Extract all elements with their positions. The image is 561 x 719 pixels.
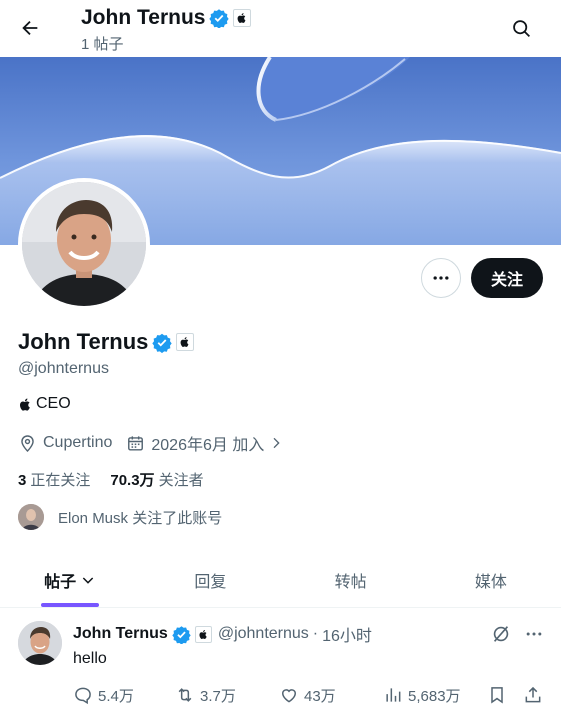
- profile-meta: Cupertino 2026年6月 加入: [18, 432, 298, 454]
- post-separator: ·: [312, 625, 319, 642]
- joined-item[interactable]: 2026年6月 加入: [126, 431, 284, 455]
- like-icon: [281, 689, 297, 703]
- tab-media[interactable]: 媒体: [421, 553, 561, 607]
- reply-count: 5.4万: [98, 687, 134, 705]
- followers-count: 70.3万: [110, 472, 155, 489]
- followed-by-text: Elon Musk 关注了此账号: [58, 509, 223, 527]
- bookmark-button[interactable]: [487, 683, 512, 707]
- chevron-right-icon: [273, 437, 280, 449]
- active-tab-indicator: [41, 603, 100, 607]
- post-header: John Ternus @johnternus · 16小时: [73, 623, 372, 645]
- post-top-actions: [490, 623, 544, 645]
- share-icon: [525, 686, 541, 703]
- post-author-handle[interactable]: @johnternus: [218, 625, 309, 643]
- followed-by-row[interactable]: Elon Musk 关注了此账号: [18, 504, 222, 530]
- repost-count: 3.7万: [200, 687, 236, 705]
- chevron-down-icon: [82, 577, 94, 584]
- calendar-icon: [128, 435, 144, 451]
- profile-name-row: John Ternus: [18, 328, 195, 356]
- post-timestamp[interactable]: 16小时: [322, 622, 372, 646]
- followers-label: 关注者: [158, 472, 204, 489]
- apple-logo-icon: [20, 397, 30, 411]
- like-button[interactable]: 43万: [279, 683, 336, 707]
- repost-icon: [178, 688, 192, 702]
- post-item[interactable]: John Ternus @johnternus · 16小时 hello 5.4…: [0, 609, 561, 719]
- post-actions: 5.4万 3.7万 43万 5,683万: [73, 683, 545, 707]
- search-icon: [512, 19, 530, 37]
- views-button[interactable]: 5,683万: [383, 683, 461, 707]
- verified-badge-icon: [209, 8, 230, 28]
- header-post-count: 1 帖子: [81, 36, 124, 53]
- tab-posts[interactable]: 帖子: [0, 553, 140, 607]
- profile-name: John Ternus: [18, 329, 149, 354]
- bookmark-icon: [491, 687, 503, 704]
- header-title: John Ternus: [81, 6, 206, 29]
- following-count: 3: [18, 472, 27, 489]
- tab-replies[interactable]: 回复: [140, 553, 280, 607]
- like-count: 43万: [304, 687, 336, 705]
- grok-icon[interactable]: [490, 623, 512, 645]
- followers-link[interactable]: 70.3万 关注者: [110, 469, 203, 490]
- follow-stats: 3 正在关注 70.3万 关注者: [18, 469, 224, 490]
- location-item: Cupertino: [18, 434, 112, 453]
- location-text: Cupertino: [43, 434, 113, 451]
- following-label: 正在关注: [30, 472, 91, 489]
- follower-avatar: [18, 504, 44, 530]
- apple-logo-icon: [194, 625, 212, 643]
- back-button[interactable]: [12, 10, 48, 46]
- profile-avatar[interactable]: [18, 178, 150, 310]
- joined-text: 2026年6月 加入: [151, 437, 265, 454]
- repost-button[interactable]: 3.7万: [175, 683, 236, 707]
- bio-text: CEO: [36, 395, 71, 412]
- top-bar: John Ternus 1 帖子: [0, 0, 561, 57]
- profile-tabs: 帖子 回复 转帖 媒体: [0, 553, 561, 608]
- tab-reposts[interactable]: 转帖: [281, 553, 421, 607]
- tab-reposts-label: 转帖: [334, 574, 367, 591]
- header-title-row: John Ternus: [81, 5, 252, 31]
- follow-button[interactable]: 关注: [471, 258, 543, 298]
- tab-posts-label: 帖子: [44, 574, 77, 591]
- views-icon: [386, 688, 401, 702]
- location-pin-icon: [21, 434, 34, 452]
- arrow-left-icon: [22, 20, 38, 36]
- profile-handle: @johnternus: [18, 360, 109, 377]
- more-horizontal-icon: [433, 276, 449, 280]
- post-author-avatar[interactable]: [18, 621, 62, 665]
- more-options-button[interactable]: [421, 258, 461, 298]
- apple-logo-icon: [233, 9, 252, 27]
- share-button[interactable]: [523, 683, 548, 707]
- apple-logo-icon[interactable]: [176, 333, 195, 351]
- more-horizontal-icon[interactable]: [524, 624, 544, 644]
- following-link[interactable]: 3 正在关注: [18, 469, 90, 490]
- post-text: hello: [73, 650, 107, 667]
- reply-button[interactable]: 5.4万: [73, 683, 134, 707]
- post-author-name[interactable]: John Ternus: [73, 625, 168, 643]
- verified-badge-icon[interactable]: [152, 332, 173, 353]
- tab-replies-label: 回复: [194, 574, 227, 591]
- tab-media-label: 媒体: [474, 574, 507, 591]
- verified-badge-icon: [172, 625, 191, 644]
- search-button[interactable]: [503, 10, 539, 46]
- views-count: 5,683万: [408, 687, 461, 705]
- profile-bio: CEO: [18, 395, 71, 413]
- reply-icon: [75, 687, 91, 705]
